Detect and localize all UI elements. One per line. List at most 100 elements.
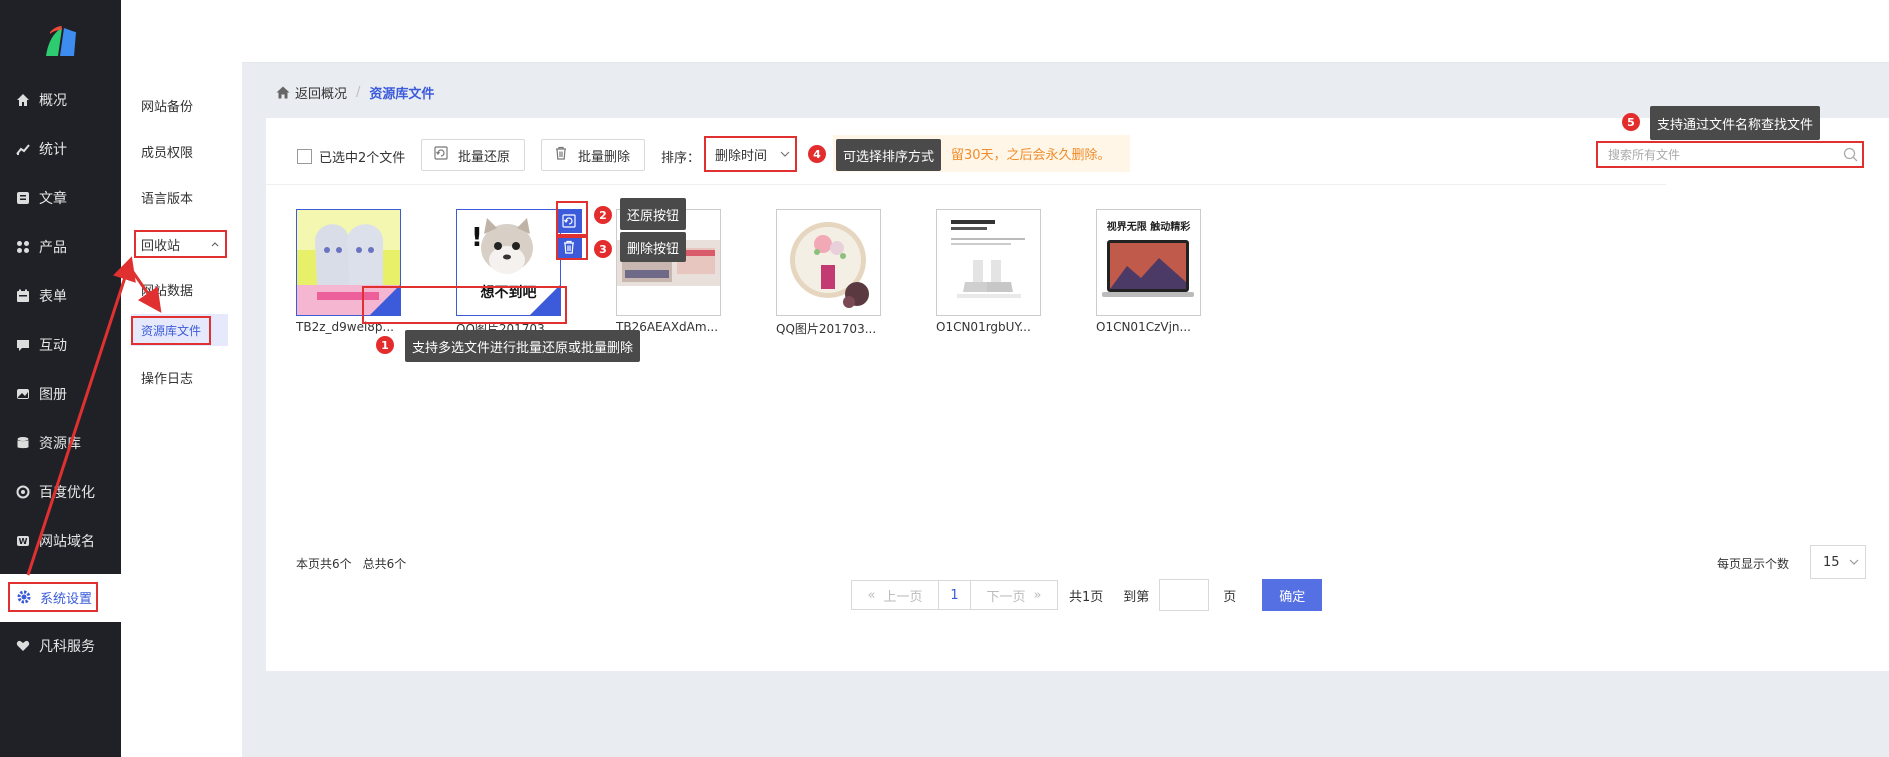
- nav-item-forms[interactable]: 表单: [0, 271, 121, 321]
- file-restore-button[interactable]: [556, 209, 582, 233]
- file-thumbnail[interactable]: 视界无限 触动精彩: [1096, 209, 1201, 316]
- checkbox-box[interactable]: [297, 149, 312, 164]
- selected-count-label: 已选中2个文件: [319, 151, 406, 166]
- nav-label: 资源库: [39, 436, 81, 452]
- selected-checkmark: ✓: [530, 285, 560, 315]
- file-name: O1CN01rgbUY...: [936, 320, 1031, 334]
- subnav-item-backup[interactable]: 网站备份: [141, 96, 193, 115]
- laptop-caption: 视界无限 触动精彩: [1106, 222, 1191, 233]
- file-count: 本页共6个 总共6个: [296, 555, 417, 572]
- batch-delete-button[interactable]: 批量删除: [541, 139, 645, 171]
- nav-label: 表单: [39, 289, 67, 305]
- resource-files-label: 资源库文件: [131, 315, 212, 345]
- nav-item-domain[interactable]: W 网站域名: [0, 516, 121, 566]
- notice-text: 留30天，之后会永久删除。: [951, 148, 1111, 163]
- tooltip-sort: 可选择排序方式: [836, 139, 942, 171]
- file-item[interactable]: O1CN01rgbUY...: [936, 209, 1041, 334]
- next-label: 下一页: [986, 589, 1026, 605]
- svg-text:W: W: [19, 537, 28, 546]
- double-chevron-left-icon: «: [867, 587, 876, 603]
- total-count: 总共6个: [362, 557, 407, 571]
- nav-item-articles[interactable]: 文章: [0, 173, 121, 223]
- restore-icon: [434, 146, 448, 164]
- subnav-item-site-data[interactable]: 网站数据: [141, 280, 193, 299]
- tooltip-search: 支持通过文件名称查找文件: [1650, 106, 1821, 140]
- next-page-button[interactable]: 下一页 »: [970, 580, 1058, 610]
- chevron-down-icon: [1849, 559, 1859, 565]
- file-item[interactable]: QQ图片201703...: [776, 209, 881, 337]
- restore-label: 批量还原: [458, 149, 511, 165]
- home-icon: [15, 92, 31, 108]
- file-thumbnail[interactable]: ! 想不到吧 ✓: [456, 209, 561, 316]
- subnav-item-language[interactable]: 语言版本: [141, 188, 193, 207]
- confirm-button[interactable]: 确定: [1262, 579, 1323, 611]
- badge-2: 2: [594, 206, 612, 224]
- chat-icon: [15, 337, 31, 353]
- home-icon: [276, 86, 290, 99]
- per-page-select[interactable]: 15: [1810, 545, 1866, 579]
- nav-label: 互动: [39, 338, 67, 354]
- nav-item-interaction[interactable]: 互动: [0, 320, 121, 370]
- breadcrumb-separator: /: [356, 85, 361, 100]
- sort-select[interactable]: 删除时间: [704, 136, 797, 172]
- sort-label: 排序：: [661, 151, 701, 166]
- top-header: [121, 0, 1889, 63]
- nav-item-overview[interactable]: 概况: [0, 75, 121, 125]
- subnav-item-log[interactable]: 操作日志: [141, 368, 193, 387]
- nav-item-settings[interactable]: 系统设置: [8, 582, 98, 612]
- nav-item-album[interactable]: 图册: [0, 369, 121, 419]
- badge-4: 4: [808, 145, 826, 163]
- nav-label: 百度优化: [39, 485, 95, 501]
- restore-icon: [562, 214, 576, 228]
- file-item[interactable]: ! 想不到吧 ✓ QQ图片201703...: [456, 209, 561, 337]
- chevron-down-icon: [780, 151, 790, 157]
- shoe-ad-image: [937, 210, 1040, 315]
- svg-text:!: !: [471, 223, 483, 253]
- sort-value: 删除时间: [715, 148, 768, 164]
- file-item[interactable]: ✓ TB2z_d9wel8p...: [296, 209, 401, 334]
- nav-item-service[interactable]: 凡科服务: [0, 623, 121, 669]
- breadcrumb-back[interactable]: 返回概况: [295, 83, 347, 102]
- file-name: QQ图片201703...: [776, 322, 877, 336]
- file-thumbnail[interactable]: [776, 209, 881, 316]
- search-icon[interactable]: [1843, 147, 1858, 162]
- album-icon: [15, 386, 31, 402]
- search-input[interactable]: [1606, 146, 1830, 163]
- nav-item-resources[interactable]: 资源库: [0, 418, 121, 468]
- subnav-item-members[interactable]: 成员权限: [141, 142, 193, 161]
- prev-page-button[interactable]: « 上一页: [851, 580, 939, 610]
- file-delete-button[interactable]: [556, 235, 582, 259]
- file-thumbnail[interactable]: [936, 209, 1041, 316]
- heart-icon: [15, 638, 31, 654]
- nav-item-seo[interactable]: 百度优化: [0, 467, 121, 517]
- subnav-item-recycle[interactable]: 回收站: [134, 230, 227, 258]
- page-number-button[interactable]: 1: [939, 580, 970, 610]
- toolbar-divider: [266, 184, 1666, 185]
- breadcrumb: 返回概况 / 资源库文件: [276, 83, 434, 102]
- database-icon: [15, 435, 31, 451]
- badge-5: 5: [1622, 113, 1640, 131]
- delete-label: 批量删除: [578, 149, 631, 165]
- form-icon: [15, 288, 31, 304]
- file-thumbnail[interactable]: ✓: [296, 209, 401, 316]
- nav-label: 网站域名: [39, 534, 95, 550]
- goto-page-input[interactable]: [1159, 579, 1210, 611]
- select-all-checkbox[interactable]: 已选中2个文件: [297, 147, 405, 166]
- recycle-label: 回收站: [141, 238, 181, 254]
- trash-icon: [554, 146, 568, 164]
- nav-label: 凡科服务: [39, 639, 95, 655]
- file-name: TB2z_d9wel8p...: [296, 320, 394, 334]
- file-item[interactable]: 视界无限 触动精彩 O1CN01CzVjn...: [1096, 209, 1201, 334]
- prev-label: 上一页: [883, 589, 923, 605]
- nav-item-products[interactable]: 产品: [0, 222, 121, 272]
- nav-label: 系统设置: [40, 591, 93, 607]
- badge-1: 1: [376, 336, 394, 354]
- nav-label: 图册: [39, 387, 67, 403]
- logo-icon: [46, 26, 76, 56]
- subnav-item-resource-files[interactable]: 资源库文件: [131, 314, 228, 346]
- batch-restore-button[interactable]: 批量还原: [421, 139, 525, 171]
- selected-checkmark: ✓: [370, 285, 400, 315]
- nav-item-stats[interactable]: 统计: [0, 124, 121, 174]
- double-chevron-right-icon: »: [1033, 587, 1042, 603]
- nav-label: 统计: [39, 142, 67, 158]
